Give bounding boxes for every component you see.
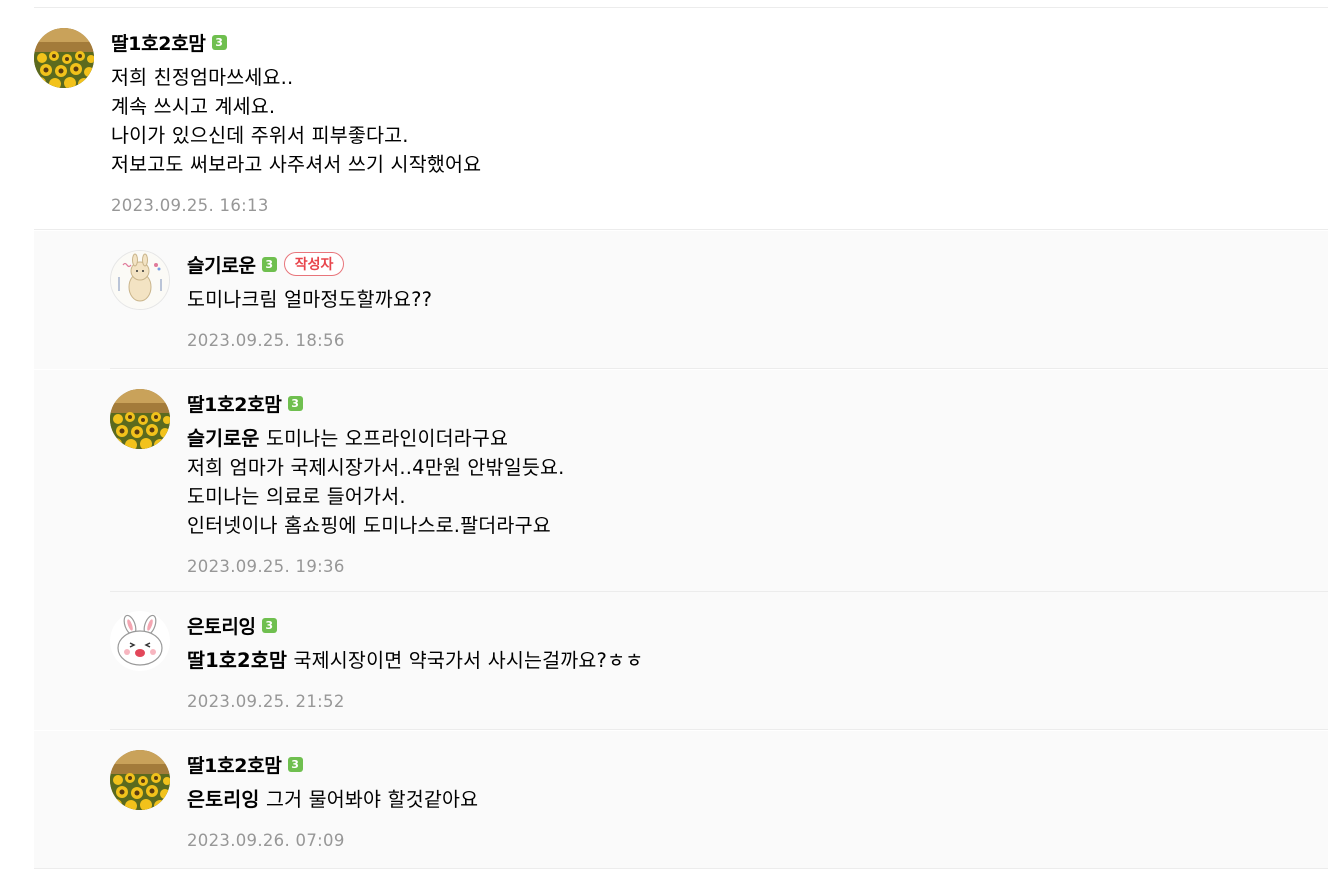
comment-text: 슬기로운 도미나는 오프라인이더라구요 저희 엄마가 국제시장가서..4만원 안…	[187, 427, 565, 537]
reply-item: 딸1호2호맘 3 은토리잉 그거 물어봐야 할것같아요 2023.09.26. …	[34, 731, 1328, 869]
sunflower-avatar[interactable]	[110, 750, 170, 810]
reply-item: 딸1호2호맘 3 슬기로운 도미나는 오프라인이더라구요 저희 엄마가 국제시장…	[34, 370, 1328, 592]
rabbit-drawing-avatar[interactable]	[110, 250, 170, 310]
comment-text: 저희 친정엄마쓰세요.. 계속 쓰시고 계세요. 나이가 있으신데 주위서 피부…	[111, 66, 482, 176]
comment-divider	[34, 868, 1328, 869]
comment-date: 2023.09.25. 19:36	[187, 557, 345, 576]
level-badge-icon: 3	[261, 617, 277, 633]
mention-link[interactable]: 딸1호2호맘	[187, 649, 287, 672]
comment-text: 은토리잉 그거 물어봐야 할것같아요	[187, 788, 479, 811]
comment-date: 2023.09.25. 18:56	[187, 331, 345, 350]
comment-text: 도미나크림 얼마정도할까요??	[187, 288, 433, 311]
comment-divider	[34, 229, 1328, 230]
level-badge-icon: 3	[211, 34, 227, 50]
reply-item: 은토리잉 3 딸1호2호맘 국제시장이면 약국가서 사시는걸까요?ㅎㅎ 2023…	[34, 592, 1328, 730]
level-badge-icon: 3	[287, 395, 303, 411]
comment-author[interactable]: 딸1호2호맘	[111, 29, 206, 56]
comment-date: 2023.09.26. 07:09	[187, 831, 345, 850]
reply-item: 슬기로운 3 작성자 도미나크림 얼마정도할까요?? 2023.09.25. 1…	[34, 231, 1328, 369]
comment-item: 딸1호2호맘 3 저희 친정엄마쓰세요.. 계속 쓰시고 계세요. 나이가 있으…	[34, 8, 1328, 230]
white-bunny-avatar[interactable]	[110, 611, 170, 671]
comment-author[interactable]: 딸1호2호맘	[187, 751, 282, 778]
comment-divider	[110, 729, 1328, 730]
level-badge-icon: 3	[287, 756, 303, 772]
mention-link[interactable]: 은토리잉	[187, 788, 260, 811]
comment-author[interactable]: 슬기로운	[187, 251, 256, 278]
level-badge-icon: 3	[261, 256, 277, 272]
comment-date: 2023.09.25. 21:52	[187, 692, 345, 711]
mention-link[interactable]: 슬기로운	[187, 427, 260, 450]
writer-badge: 작성자	[283, 252, 345, 276]
comment-author[interactable]: 딸1호2호맘	[187, 390, 282, 417]
comment-text: 딸1호2호맘 국제시장이면 약국가서 사시는걸까요?ㅎㅎ	[187, 649, 644, 672]
comment-divider	[110, 368, 1328, 369]
sunflower-avatar[interactable]	[110, 389, 170, 449]
comment-date: 2023.09.25. 16:13	[111, 196, 269, 215]
comment-author[interactable]: 은토리잉	[187, 612, 256, 639]
sunflower-avatar[interactable]	[34, 28, 94, 88]
